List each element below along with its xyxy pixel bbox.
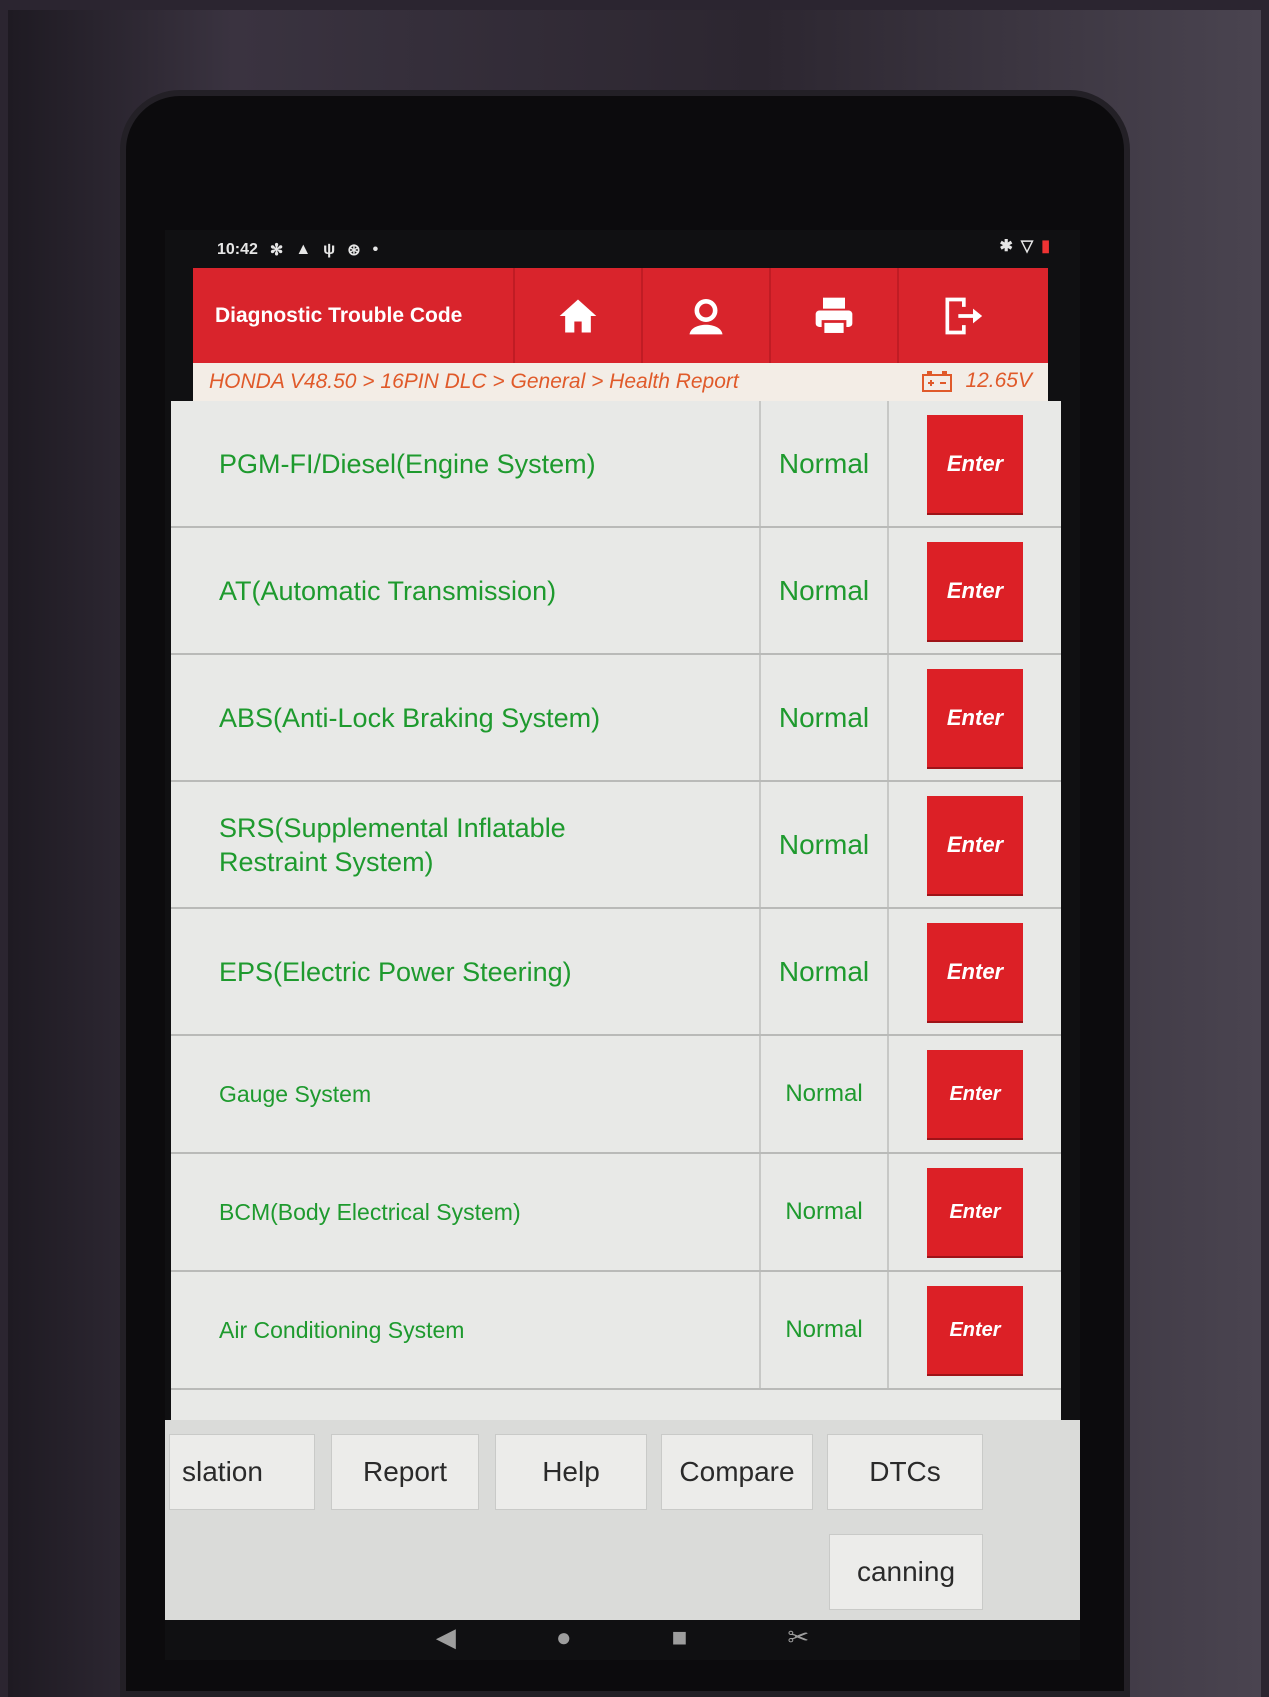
table-row: Gauge System Normal Enter xyxy=(171,1036,1061,1154)
system-name: SRS(Supplemental Inflatable Restraint Sy… xyxy=(171,782,761,907)
translation-button[interactable]: slation xyxy=(169,1434,315,1510)
breadcrumb: HONDA V48.50 > 16PIN DLC > General > Hea… xyxy=(193,363,1048,401)
android-nav-bar: ◀ ● ■ ✂ xyxy=(165,1615,1080,1660)
bluetooth-icon: ✱ xyxy=(999,238,1013,255)
bottom-toolbar: slation Report Help Compare DTCs canning xyxy=(165,1420,1080,1620)
user-button[interactable] xyxy=(641,268,769,363)
status-right: ✱ ▽ ▮ xyxy=(999,236,1050,256)
enter-button[interactable]: Enter xyxy=(927,1286,1023,1374)
enter-button[interactable]: Enter xyxy=(927,1168,1023,1256)
system-name: Gauge System xyxy=(171,1036,761,1152)
enter-button[interactable]: Enter xyxy=(927,414,1023,513)
system-status: Normal xyxy=(761,1036,889,1152)
table-row: PGM-FI/Diesel(Engine System) Normal Ente… xyxy=(171,401,1061,528)
system-status: Normal xyxy=(761,782,889,907)
battery-icon: ▮ xyxy=(1041,238,1050,255)
warning-icon: ▲ xyxy=(295,241,312,258)
enter-button[interactable]: Enter xyxy=(927,668,1023,767)
system-list: PGM-FI/Diesel(Engine System) Normal Ente… xyxy=(171,401,1061,1421)
recents-icon[interactable]: ■ xyxy=(672,1622,688,1653)
fan-icon: ✻ xyxy=(269,242,284,259)
clock: 10:42 xyxy=(217,241,258,258)
system-name: Air Conditioning System xyxy=(171,1272,761,1388)
system-status: Normal xyxy=(761,528,889,653)
table-row: BCM(Body Electrical System) Normal Enter xyxy=(171,1154,1061,1272)
breadcrumb-path: HONDA V48.50 > 16PIN DLC > General > Hea… xyxy=(209,370,739,393)
help-button[interactable]: Help xyxy=(495,1434,647,1510)
enter-button[interactable]: Enter xyxy=(927,1050,1023,1138)
table-row: ABS(Anti-Lock Braking System) Normal Ent… xyxy=(171,655,1061,782)
print-icon xyxy=(815,297,853,336)
device-screen: 10:42 ✻ ▲ ψ ⊛ • ✱ ▽ ▮ Diagnostic Trouble… xyxy=(165,230,1080,1660)
app-header: Diagnostic Trouble Code xyxy=(193,268,1048,363)
system-status: Normal xyxy=(761,1154,889,1270)
system-status: Normal xyxy=(761,1272,889,1388)
status-bar: 10:42 ✻ ▲ ψ ⊛ • ✱ ▽ ▮ xyxy=(165,230,1080,270)
notification-dot-icon: • xyxy=(372,241,379,258)
wifi-icon: ▽ xyxy=(1020,238,1034,255)
system-name: BCM(Body Electrical System) xyxy=(171,1154,761,1270)
table-row: EPS(Electric Power Steering) Normal Ente… xyxy=(171,909,1061,1036)
exit-button[interactable] xyxy=(897,268,1025,363)
dtcs-button[interactable]: DTCs xyxy=(827,1434,983,1510)
system-status: Normal xyxy=(761,909,889,1034)
enter-button[interactable]: Enter xyxy=(927,922,1023,1021)
user-icon xyxy=(689,298,723,334)
table-row: SRS(Supplemental Inflatable Restraint Sy… xyxy=(171,782,1061,909)
enter-button[interactable]: Enter xyxy=(927,795,1023,894)
battery-voltage-icon xyxy=(922,371,953,392)
system-name: AT(Automatic Transmission) xyxy=(171,528,761,653)
enter-button[interactable]: Enter xyxy=(927,541,1023,640)
report-button[interactable]: Report xyxy=(331,1434,479,1510)
system-name: PGM-FI/Diesel(Engine System) xyxy=(171,401,761,526)
voltage-indicator: 12.65V xyxy=(921,369,1032,393)
page-title: Diagnostic Trouble Code xyxy=(215,303,463,327)
settings-icon: ⊛ xyxy=(347,242,361,259)
compare-button[interactable]: Compare xyxy=(661,1434,813,1510)
usb-icon: ψ xyxy=(323,241,336,258)
system-name: EPS(Electric Power Steering) xyxy=(171,909,761,1034)
voltage-value: 12.65V xyxy=(965,369,1032,392)
table-row: AT(Automatic Transmission) Normal Enter xyxy=(171,528,1061,655)
home-icon xyxy=(559,299,597,332)
system-status: Normal xyxy=(761,655,889,780)
system-status: Normal xyxy=(761,401,889,526)
exit-icon xyxy=(945,297,983,334)
table-row: Air Conditioning System Normal Enter xyxy=(171,1272,1061,1390)
home-button[interactable] xyxy=(513,268,641,363)
scanning-button[interactable]: canning xyxy=(829,1534,983,1610)
home-nav-icon[interactable]: ● xyxy=(556,1622,572,1653)
system-name: ABS(Anti-Lock Braking System) xyxy=(171,655,761,780)
screenshot-icon[interactable]: ✂ xyxy=(787,1622,809,1653)
print-button[interactable] xyxy=(769,268,897,363)
back-icon[interactable]: ◀ xyxy=(436,1622,456,1653)
